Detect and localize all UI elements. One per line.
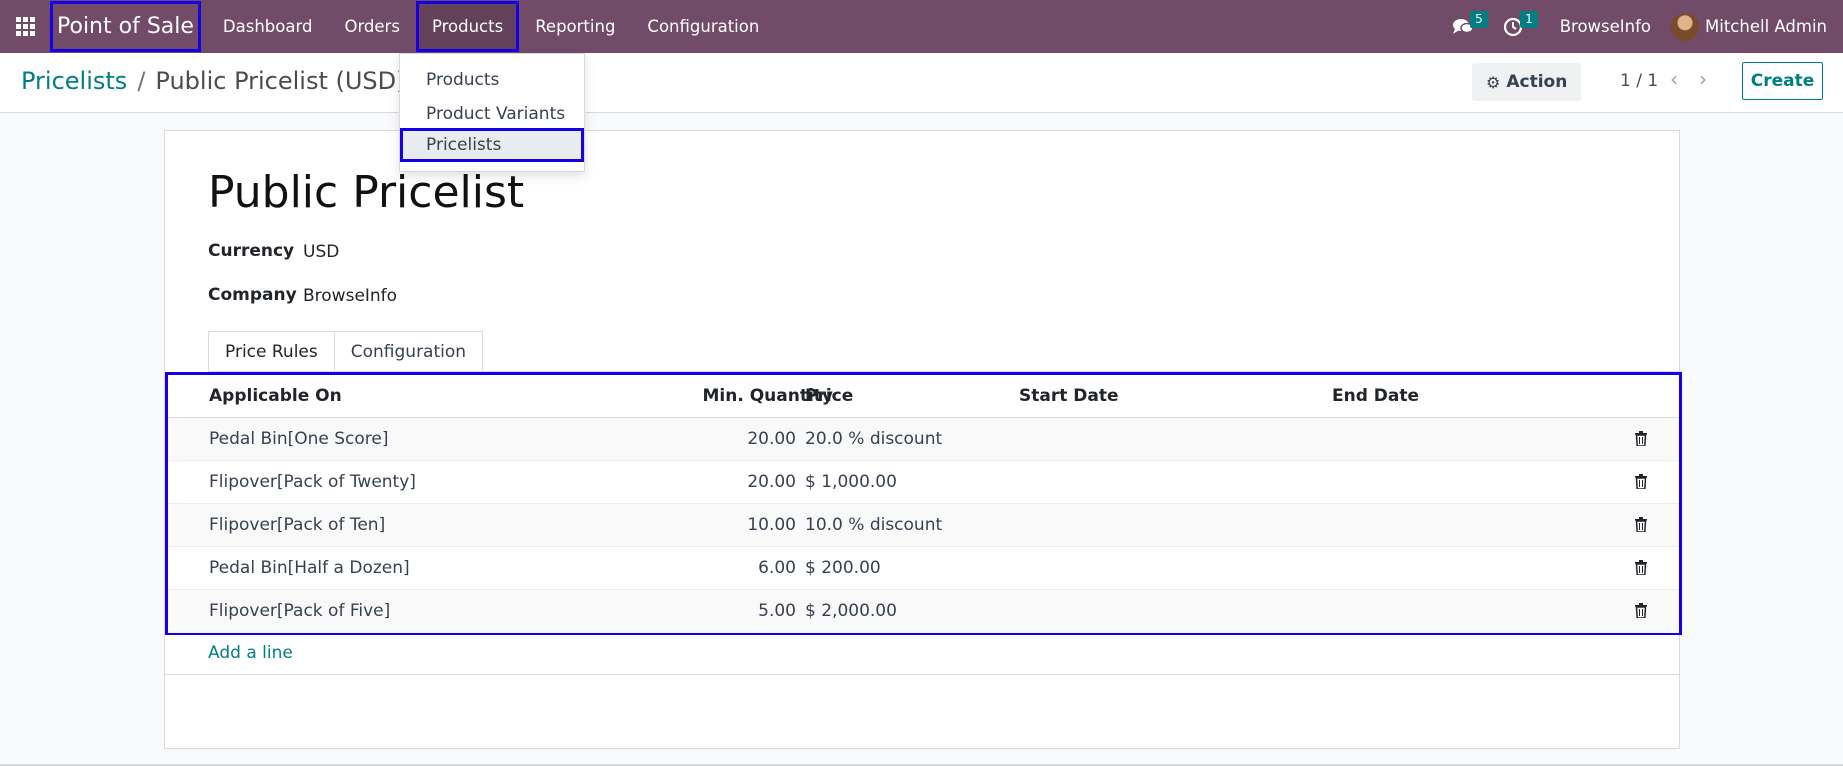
column-applicable-on[interactable]: Applicable On (209, 386, 342, 406)
nav-dashboard[interactable]: Dashboard (207, 0, 329, 53)
add-a-line-link[interactable]: Add a line (208, 643, 293, 663)
tab-configuration[interactable]: Configuration (334, 331, 484, 372)
messages-button[interactable]: 5 (1444, 0, 1488, 53)
applicable-on-cell: Flipover[Pack of Ten] (209, 515, 386, 535)
min-quantity-cell: 6.00 (758, 558, 796, 578)
column-start-date[interactable]: Start Date (1019, 386, 1119, 406)
form-sheet: Public Pricelist Currency USD Company Br… (164, 130, 1682, 749)
breadcrumb-current: Public Pricelist (USD) (155, 67, 406, 95)
table-row[interactable]: Pedal Bin[One Score] 20.00 20.0 % discou… (168, 418, 1679, 461)
nav-products[interactable]: Products (415, 1, 520, 52)
products-dropdown-menu: Products Product Variants Pricelists (399, 53, 585, 172)
price-cell: $ 2,000.00 (805, 601, 897, 621)
messages-count-badge: 5 (1470, 11, 1488, 28)
trash-icon[interactable] (1635, 517, 1647, 532)
pager-value[interactable]: 1 / 1 (1620, 71, 1658, 91)
table-row[interactable]: Flipover[Pack of Twenty] 20.00 $ 1,000.0… (168, 461, 1679, 504)
create-button[interactable]: Create (1742, 62, 1823, 100)
activities-count-badge: 1 (1520, 11, 1538, 28)
currency-label: Currency (208, 241, 295, 261)
trash-icon[interactable] (1635, 431, 1647, 446)
applicable-on-cell: Pedal Bin[One Score] (209, 429, 389, 449)
applicable-on-cell: Flipover[Pack of Five] (209, 601, 391, 621)
activities-button[interactable]: 1 (1494, 0, 1538, 53)
table-row[interactable]: Flipover[Pack of Five] 5.00 $ 2,000.00 (168, 590, 1679, 633)
price-cell: 20.0 % discount (805, 429, 943, 449)
column-end-date[interactable]: End Date (1332, 386, 1419, 406)
company-label: Company (208, 285, 297, 305)
control-panel: Pricelists / Public Pricelist (USD) ⚙ Ac… (0, 53, 1843, 113)
min-quantity-cell: 20.00 (747, 429, 796, 449)
column-price[interactable]: Price (805, 386, 853, 406)
trash-icon[interactable] (1635, 560, 1647, 575)
pager-next-icon[interactable]: › (1699, 67, 1707, 91)
nav-reporting[interactable]: Reporting (519, 0, 631, 53)
currency-field[interactable]: USD (303, 242, 339, 262)
min-quantity-cell: 20.00 (747, 472, 796, 492)
user-name: Mitchell Admin (1705, 17, 1827, 36)
gear-icon: ⚙ (1486, 72, 1501, 92)
app-brand[interactable]: Point of Sale (50, 1, 201, 52)
menu-item-product-variants[interactable]: Product Variants (400, 98, 584, 129)
tab-price-rules[interactable]: Price Rules (208, 331, 335, 372)
price-cell: $ 200.00 (805, 558, 881, 578)
applicable-on-cell: Flipover[Pack of Twenty] (209, 472, 416, 492)
company-field[interactable]: BrowseInfo (303, 286, 397, 306)
user-menu[interactable]: Mitchell Admin (1667, 12, 1843, 41)
nav-orders[interactable]: Orders (328, 0, 416, 53)
min-quantity-cell: 5.00 (758, 601, 796, 621)
price-cell: 10.0 % discount (805, 515, 943, 535)
pager-previous-icon[interactable]: ‹ (1670, 67, 1678, 91)
sheet-divider (165, 674, 1679, 675)
price-cell: $ 1,000.00 (805, 472, 897, 492)
action-button[interactable]: ⚙ Action (1472, 63, 1582, 101)
form-tabs: Price Rules Configuration (208, 331, 484, 372)
avatar (1671, 12, 1700, 41)
min-quantity-cell: 10.00 (747, 515, 796, 535)
action-label: Action (1506, 72, 1568, 92)
breadcrumb-pricelists-link[interactable]: Pricelists (21, 67, 127, 95)
top-navbar: Point of Sale Dashboard Orders Products … (0, 0, 1843, 53)
applicable-on-cell: Pedal Bin[Half a Dozen] (209, 558, 410, 578)
menu-item-products[interactable]: Products (400, 64, 584, 95)
breadcrumb: Pricelists / Public Pricelist (USD) (21, 67, 406, 95)
pricelist-name[interactable]: Public Pricelist (208, 167, 524, 218)
menu-item-pricelists[interactable]: Pricelists (400, 128, 584, 162)
trash-icon[interactable] (1635, 474, 1647, 489)
table-header: Applicable On Min. Quantity Price Start … (168, 375, 1679, 418)
price-rules-table: Applicable On Min. Quantity Price Start … (165, 372, 1682, 635)
nav-configuration[interactable]: Configuration (631, 0, 775, 53)
trash-icon[interactable] (1635, 603, 1647, 618)
company-switcher[interactable]: BrowseInfo (1544, 17, 1667, 36)
table-row[interactable]: Pedal Bin[Half a Dozen] 6.00 $ 200.00 (168, 547, 1679, 590)
table-row[interactable]: Flipover[Pack of Ten] 10.00 10.0 % disco… (168, 504, 1679, 547)
breadcrumb-separator: / (137, 67, 146, 95)
apps-menu-icon[interactable] (0, 0, 50, 53)
